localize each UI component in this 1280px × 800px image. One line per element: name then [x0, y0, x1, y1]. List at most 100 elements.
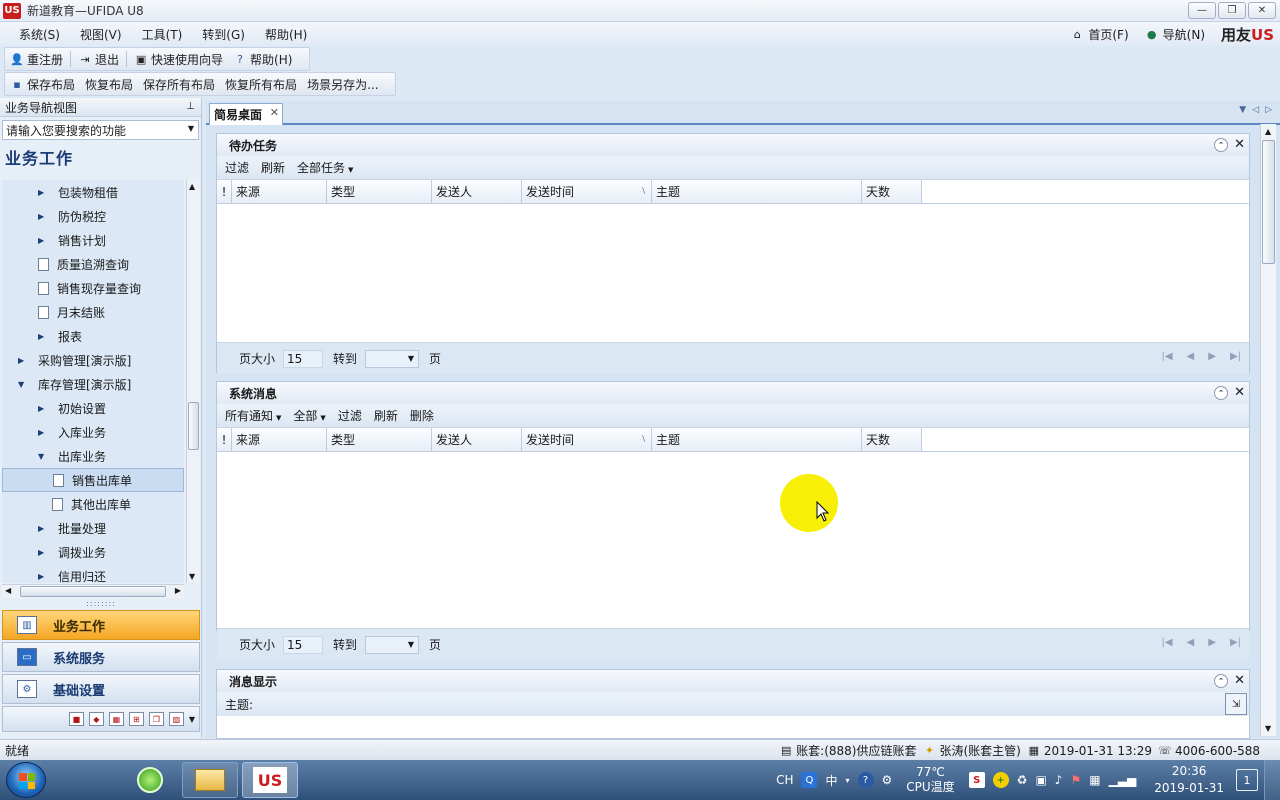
tab-prev-icon[interactable]: ◁ [1252, 105, 1259, 115]
filter-button[interactable]: 过滤 [225, 159, 249, 176]
tree-item[interactable]: ▼ 库存管理[演示版] [2, 372, 184, 396]
home-link[interactable]: ⌂ 首页(F) [1070, 26, 1129, 43]
close-icon[interactable]: ✕ [1234, 137, 1245, 152]
table-icon[interactable]: ▦ [108, 712, 124, 726]
menu-system[interactable]: 系统(S) [10, 26, 69, 43]
close-button[interactable]: ✕ [1248, 2, 1276, 19]
col-flag[interactable]: ! [217, 428, 232, 451]
device-icon[interactable]: ▣ [1035, 773, 1046, 787]
col-type[interactable]: 类型 [327, 428, 432, 451]
prev-page-icon[interactable]: ◀ [1187, 351, 1195, 362]
tag-icon[interactable]: ◆ [88, 712, 104, 726]
menu-tools[interactable]: 工具(T) [133, 26, 192, 43]
last-page-icon[interactable]: ▶| [1230, 351, 1241, 362]
relogin-button[interactable]: 👤 重注册 [5, 51, 68, 68]
next-page-icon[interactable]: ▶ [1208, 351, 1216, 362]
stop-icon[interactable]: ■ [68, 712, 84, 726]
start-button[interactable] [6, 762, 46, 798]
tree-horizontal-scrollbar[interactable]: ◀ ▶ [2, 584, 184, 598]
all-notices-dropdown[interactable]: 所有通知 ▼ [225, 407, 281, 424]
maximize-button[interactable]: ❐ [1218, 2, 1246, 19]
ime-help-icon[interactable]: ? [857, 772, 874, 788]
first-page-icon[interactable]: |◀ [1161, 351, 1172, 362]
next-page-icon[interactable]: ▶ [1208, 637, 1216, 648]
tree-item[interactable]: ▶ 销售计划 [2, 228, 184, 252]
col-subject[interactable]: 主题 [652, 180, 862, 203]
collapsed-arrow-icon[interactable]: ▶ [38, 332, 48, 341]
action-center-icon[interactable]: ⚑ [1070, 773, 1081, 787]
more-arrow-icon[interactable]: ▼ [189, 715, 195, 724]
taskbar-u8[interactable]: US [242, 762, 298, 798]
volume-icon[interactable]: ♪ [1055, 773, 1063, 787]
tree-item[interactable]: ▶ 报表 [2, 324, 184, 348]
show-desktop-button[interactable] [1264, 760, 1280, 800]
tree-item[interactable]: 其他出库单 [2, 492, 184, 516]
menu-help[interactable]: 帮助(H) [256, 26, 316, 43]
refresh-button[interactable]: 刷新 [261, 159, 285, 176]
tree-item[interactable]: ▶ 初始设置 [2, 396, 184, 420]
nav-business-work[interactable]: ▥ 业务工作 [2, 610, 200, 640]
collapsed-arrow-icon[interactable]: ▶ [38, 404, 48, 413]
tab-simple-desktop[interactable]: 简易桌面 ✕ [209, 103, 283, 125]
first-page-icon[interactable]: |◀ [1161, 637, 1172, 648]
tree-item[interactable]: 销售出库单 [2, 468, 184, 492]
refresh-button[interactable]: 刷新 [374, 407, 398, 424]
goto-page-combo[interactable]: ▼ [365, 635, 420, 654]
windows-icon[interactable]: ❐ [148, 712, 164, 726]
close-icon[interactable]: ✕ [1234, 673, 1245, 688]
save-all-layouts-button[interactable]: 保存所有布局 [138, 76, 220, 93]
page-size-input[interactable]: 15 [283, 635, 324, 654]
tree-item[interactable]: ▶ 防伪税控 [2, 204, 184, 228]
col-source[interactable]: 来源 [232, 180, 327, 203]
col-send-time[interactable]: 发送时间 \ [522, 428, 652, 451]
clock[interactable]: 20:36 2019-01-31 [1154, 763, 1224, 797]
pin-icon[interactable]: ⊥ [186, 101, 195, 112]
save-layout-button[interactable]: ▪ 保存布局 [5, 76, 80, 93]
wizard-button[interactable]: ▣ 快速使用向导 [129, 51, 228, 68]
all-tasks-dropdown[interactable]: 全部任务 ▼ [297, 159, 353, 176]
nav-basic-settings[interactable]: ⚙ 基础设置 [2, 674, 200, 704]
all-dropdown[interactable]: 全部 ▼ [293, 407, 325, 424]
collapsed-arrow-icon[interactable]: ▶ [38, 572, 48, 581]
tree-item[interactable]: ▶ 信用归还 [2, 564, 184, 584]
col-sender[interactable]: 发送人 [432, 180, 522, 203]
delete-button[interactable]: 删除 [410, 407, 434, 424]
ime-indicator[interactable]: CH [776, 773, 793, 787]
col-source[interactable]: 来源 [232, 428, 327, 451]
taskbar-ie[interactable] [122, 762, 178, 798]
filter-button[interactable]: 过滤 [338, 407, 362, 424]
nav-link[interactable]: ● 导航(N) [1145, 26, 1205, 43]
tab-next-icon[interactable]: ▷ [1265, 105, 1272, 115]
col-days[interactable]: 天数 [862, 428, 922, 451]
collapsed-arrow-icon[interactable]: ▶ [38, 428, 48, 437]
notification-icon[interactable]: 1 [1236, 769, 1258, 791]
hierarchy-icon[interactable]: ⊞ [128, 712, 144, 726]
collapsed-arrow-icon[interactable]: ▶ [18, 356, 28, 365]
nav-system-service[interactable]: ▭ 系统服务 [2, 642, 200, 672]
dropdown-arrow-icon[interactable]: ▼ [188, 124, 194, 133]
search-ime-icon[interactable]: Q [801, 772, 818, 788]
col-sender[interactable]: 发送人 [432, 428, 522, 451]
splitter-grip[interactable]: :::::::: [0, 599, 202, 608]
col-flag[interactable]: ! [217, 180, 232, 203]
tab-close-icon[interactable]: ✕ [270, 106, 279, 119]
tree-item[interactable]: ▶ 入库业务 [2, 420, 184, 444]
u8-tray-icon[interactable]: S [968, 772, 985, 788]
collapse-icon[interactable]: ⌃ [1214, 385, 1229, 400]
taskbar-explorer[interactable] [182, 762, 238, 798]
goto-page-combo[interactable]: ▼ [365, 349, 420, 368]
expanded-arrow-icon[interactable]: ▼ [18, 380, 28, 389]
media-icon[interactable]: ▦ [1089, 773, 1100, 787]
tab-list-icon[interactable]: ▼ [1239, 105, 1246, 115]
menu-view[interactable]: 视图(V) [71, 26, 131, 43]
security-tray-icon[interactable]: + [992, 772, 1009, 788]
col-subject[interactable]: 主题 [652, 428, 862, 451]
expand-icon[interactable]: ⇲ [1225, 693, 1247, 715]
exit-button[interactable]: ⇥ 退出 [73, 51, 124, 68]
tree-item[interactable]: 质量追溯查询 [2, 252, 184, 276]
image-icon[interactable]: ▨ [168, 712, 184, 726]
tree-item[interactable]: 销售现存量查询 [2, 276, 184, 300]
ime-mode[interactable]: 中 [825, 772, 837, 789]
tree-item[interactable]: ▶ 批量处理 [2, 516, 184, 540]
signal-icon[interactable]: ▁▃▅ [1109, 773, 1137, 787]
